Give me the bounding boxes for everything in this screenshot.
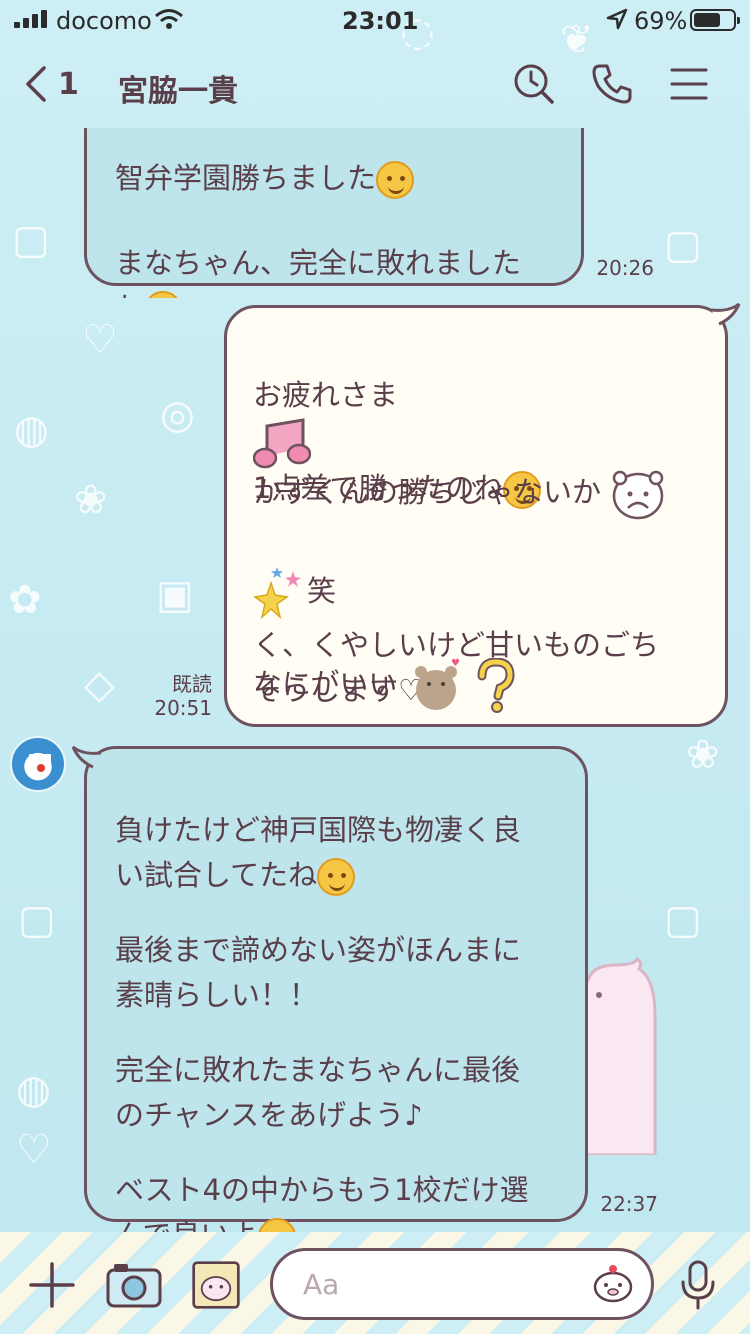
message-bubble-received[interactable]: 負けたけど神戸国際も物凄く良 い試合してたね 最後まで諦めない姿がほんまに 素晴… <box>71 745 588 1256</box>
search-icon[interactable] <box>512 62 556 106</box>
message-paragraph: 負けたけど神戸国際も物凄く良 い試合してたね <box>115 763 575 898</box>
read-receipt: 既読 <box>172 672 212 696</box>
message-paragraph: 最後まで諦めない姿がほんまに 素晴らしい！！ <box>115 933 522 1012</box>
message-input-field[interactable] <box>270 1248 654 1320</box>
back-chevron-icon <box>26 66 46 102</box>
wifi-icon <box>155 9 183 29</box>
background-doodle: ♡ <box>16 1127 52 1173</box>
message-time: 20:51 <box>154 696 212 720</box>
hugging-emoji-icon <box>144 291 183 298</box>
status-bar: docomo 23:01 69% <box>0 0 750 40</box>
background-doodle: ◇ <box>84 662 115 708</box>
battery-percent: 69% <box>634 7 688 35</box>
input-bar <box>0 1232 750 1334</box>
pig-decoration-icon <box>583 956 657 1155</box>
background-doodle: ◍ <box>16 1067 51 1113</box>
emoji-icon[interactable] <box>591 1261 635 1305</box>
background-doodle: ▢ <box>18 897 56 943</box>
background-doodle: ◍ <box>14 407 49 453</box>
message-bubble-received[interactable]: 智弁学園勝ちました まなちゃん、完全に敗れました ね <box>84 128 584 298</box>
message-input[interactable] <box>303 1263 583 1305</box>
background-doodle: ◎ <box>160 392 195 438</box>
avatar[interactable] <box>10 736 66 792</box>
background-doodle: ▣ <box>156 572 194 618</box>
background-doodle: ♡ <box>82 317 118 363</box>
bear-sticker-icon <box>612 470 664 520</box>
camera-icon[interactable] <box>106 1260 162 1310</box>
back-button[interactable]: 1 <box>24 62 88 106</box>
background-doodle: ❀ <box>74 477 108 523</box>
carrier-name: docomo <box>56 7 152 35</box>
message-bubble-sent[interactable]: お疲れさま 1点差で勝ったのね かずくんの勝ちじゃないか 笑 く、くやしいけど甘… <box>224 302 741 727</box>
image-icon[interactable] <box>188 1260 244 1310</box>
microphone-icon[interactable] <box>678 1260 718 1310</box>
message-line: かずくんの勝ちじゃないか <box>253 468 666 520</box>
bubble-tail <box>71 745 101 769</box>
location-icon <box>606 8 628 30</box>
message-text: 智弁学園勝ちました <box>115 128 565 201</box>
chat-header: 1 宮脇一貴 <box>0 40 750 130</box>
bear-sticker-icon: ♥ <box>414 658 460 710</box>
background-doodle: ▢ <box>664 897 702 943</box>
message-meta: 既読 20:51 <box>148 672 212 720</box>
message-text: まなちゃん、完全に敗れました ね <box>115 196 575 298</box>
menu-icon[interactable] <box>668 62 712 106</box>
grin-emoji-icon <box>376 161 415 199</box>
unread-count: 1 <box>58 66 79 102</box>
chat-title: 宮脇一貴 <box>118 74 238 109</box>
message-paragraph: 完全に敗れたまなちゃんに最後 のチャンスをあげよう♪ <box>115 1053 521 1132</box>
question-mark-icon <box>477 658 515 713</box>
message-time: 20:26 <box>596 256 654 280</box>
signal-icon <box>14 10 50 28</box>
clock: 23:01 <box>342 7 419 35</box>
phone-icon[interactable] <box>590 62 634 106</box>
background-doodle: ✿ <box>8 577 42 623</box>
avatar-nose <box>37 764 45 772</box>
message-time: 22:37 <box>600 1192 658 1216</box>
battery-icon <box>690 9 740 31</box>
avatar-eyes <box>29 754 51 764</box>
plus-icon[interactable] <box>28 1260 76 1310</box>
bubble-tail <box>711 302 741 326</box>
background-doodle: ❀ <box>686 732 720 778</box>
svg-text:♥: ♥ <box>451 658 460 669</box>
message-line: なにがいい ♥ <box>253 658 518 714</box>
